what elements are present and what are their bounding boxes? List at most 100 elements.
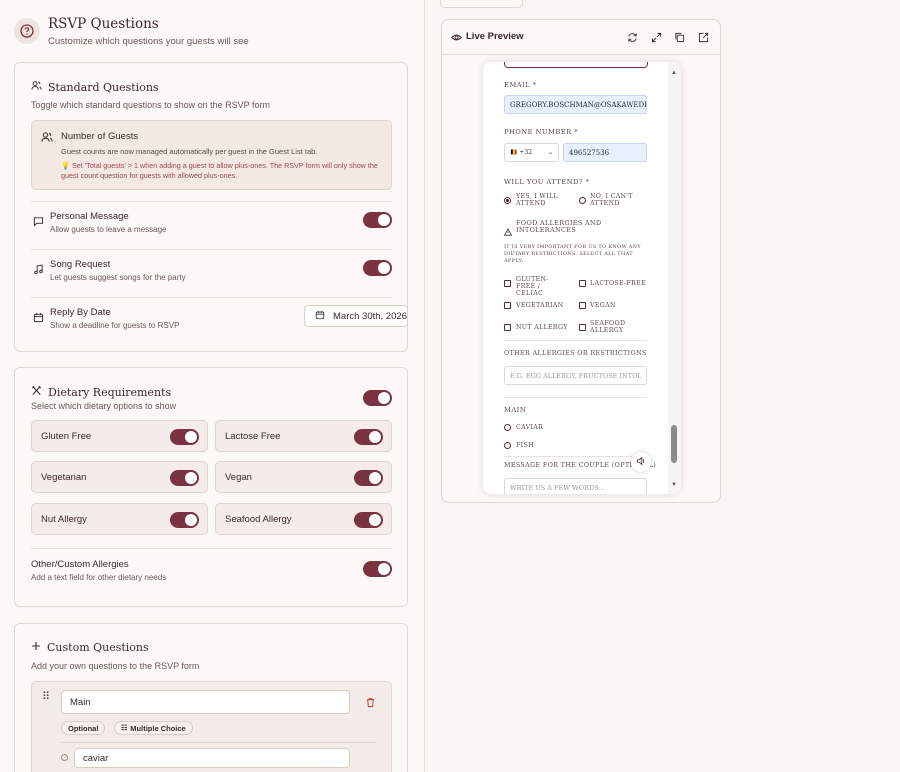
message-icon — [31, 214, 45, 228]
main-caviar-radio[interactable] — [504, 424, 511, 431]
app-root: RSVP Questions Customize which questions… — [0, 0, 900, 772]
divider — [504, 456, 647, 457]
scroll-down-icon[interactable]: ▼ — [671, 482, 677, 488]
trash-icon[interactable] — [365, 695, 376, 713]
question-text-input[interactable]: Main — [61, 690, 350, 714]
song-request-row: Song Request Let guests suggest songs fo… — [31, 249, 392, 297]
calendar-icon — [31, 310, 45, 324]
guests-description: Guest counts are now managed automatical… — [61, 147, 318, 156]
phone-frame: EMAIL * GREGORY.BOSCHMAN@OSAKAWEDD PHONE… — [483, 62, 681, 494]
number-of-guests-box: Number of Guests Guest counts are now ma… — [31, 120, 392, 190]
personal-message-toggle[interactable] — [363, 212, 392, 228]
gluten-free-label: GLUTEN-FREE / CELIAC — [516, 276, 549, 297]
drag-handle-icon[interactable]: ⠿ — [42, 690, 50, 703]
diet-option-vegetarian: Vegetarian — [31, 461, 208, 493]
vegetarian-checkbox[interactable] — [504, 302, 511, 309]
users-icon — [41, 130, 53, 148]
external-link-icon[interactable] — [697, 31, 709, 43]
vegan-toggle[interactable] — [354, 470, 383, 486]
speaker-icon — [636, 453, 646, 471]
nut-allergy-toggle[interactable] — [170, 512, 199, 528]
previous-field-input[interactable] — [504, 62, 648, 68]
lactose-free-toggle[interactable] — [354, 429, 383, 445]
option-input[interactable]: caviar — [74, 748, 350, 768]
email-input[interactable]: GREGORY.BOSCHMAN@OSAKAWEDD — [504, 95, 647, 114]
attend-no-radio[interactable] — [579, 197, 586, 204]
nut-allergy-checkbox[interactable] — [504, 324, 511, 331]
phone-country-select[interactable]: 🇧🇪 +32 ⌄ — [504, 143, 559, 162]
phone-number-input[interactable]: 496527536 — [563, 143, 647, 162]
scrollbar[interactable]: ▲ ▼ — [668, 62, 681, 494]
gluten-free-toggle[interactable] — [170, 429, 199, 445]
gluten-free-checkbox[interactable] — [504, 280, 511, 287]
multiple-choice-tag[interactable]: ☷ Multiple Choice — [114, 721, 193, 735]
email-label: EMAIL * — [504, 81, 537, 89]
top-action-button[interactable] — [440, 0, 523, 8]
main-fish-radio[interactable] — [504, 442, 511, 449]
attend-no-label: NO, I CAN'T ATTEND — [590, 193, 633, 207]
guests-tip: 💡 Set 'Total guests' > 1 when adding a g… — [61, 161, 378, 180]
plus-icon — [31, 641, 41, 654]
settings-panel: RSVP Questions Customize which questions… — [0, 0, 425, 772]
music-note-icon — [31, 262, 45, 276]
scroll-up-icon[interactable]: ▲ — [671, 70, 677, 76]
divider — [61, 742, 376, 743]
main-label: MAIN — [504, 406, 527, 414]
expand-icon[interactable] — [650, 31, 662, 43]
speaker-button[interactable] — [631, 452, 651, 472]
song-request-subtitle: Let guests suggest songs for the party — [50, 273, 186, 282]
live-preview-panel: Live Preview EMAIL * GREGORY.BOSCHMAN@OS… — [441, 19, 721, 503]
other-allergies-title: Other/Custom Allergies — [31, 559, 129, 570]
users-icon — [31, 80, 42, 94]
dietary-title: Dietary Requirements — [31, 385, 171, 399]
standard-questions-title: Standard Questions — [31, 80, 159, 94]
reply-date-value: March 30th, 2026 — [333, 310, 407, 322]
main-caviar-label: CAVIAR — [516, 424, 544, 431]
allergy-title: FOOD ALLERGIES AND INTOLERANCES — [516, 219, 602, 234]
attend-yes-label: YES, I WILL ATTEND — [516, 193, 558, 207]
other-allergies-input[interactable]: E.G. EGG ALLERGY, FRUCTOSE INTOL — [504, 366, 647, 385]
vegan-checkbox[interactable] — [579, 302, 586, 309]
dietary-requirements-card: Dietary Requirements Select which dietar… — [14, 367, 408, 607]
song-request-toggle[interactable] — [363, 260, 392, 276]
custom-questions-title: Custom Questions — [31, 641, 149, 654]
divider — [504, 397, 647, 398]
optional-tag[interactable]: Optional — [61, 721, 106, 735]
copy-icon[interactable] — [673, 31, 685, 43]
diet-option-seafood-allergy: Seafood Allergy — [215, 503, 392, 535]
song-request-title: Song Request — [50, 259, 111, 270]
reply-by-date-row: Reply By Date Show a deadline for guests… — [31, 297, 408, 347]
vegetarian-toggle[interactable] — [170, 470, 199, 486]
preview-header: Live Preview — [442, 20, 720, 55]
personal-message-title: Personal Message — [50, 211, 129, 222]
seafood-allergy-toggle[interactable] — [354, 512, 383, 528]
chevron-down-icon: ⌄ — [547, 149, 553, 156]
attend-yes-radio[interactable] — [504, 197, 511, 204]
phone-label: PHONE NUMBER * — [504, 128, 579, 136]
scrollbar-thumb[interactable] — [671, 425, 677, 463]
divider — [504, 340, 647, 341]
vegan-label: VEGAN — [590, 302, 616, 309]
vegetarian-label: VEGETARIAN — [516, 302, 564, 309]
custom-questions-card: Custom Questions Add your own questions … — [14, 623, 408, 772]
diet-option-vegan: Vegan — [215, 461, 392, 493]
eye-icon — [450, 31, 462, 43]
message-input[interactable]: WRITE US A FEW WORDS... — [504, 478, 647, 494]
dietary-master-toggle[interactable] — [363, 390, 392, 406]
diet-option-nut-allergy: Nut Allergy — [31, 503, 208, 535]
standard-questions-subtitle: Toggle which standard questions to show … — [31, 100, 270, 110]
seafood-allergy-label: SEAFOOD ALLERGY — [590, 320, 626, 334]
lactose-free-checkbox[interactable] — [579, 280, 586, 287]
calendar-icon — [315, 310, 325, 323]
diet-option-lactose-free: Lactose Free — [215, 420, 392, 452]
personal-message-row: Personal Message Allow guests to leave a… — [31, 201, 392, 249]
reply-date-picker[interactable]: March 30th, 2026 — [304, 305, 408, 327]
nut-allergy-label: NUT ALLERGY — [516, 324, 568, 331]
other-allergies-row: Other/Custom Allergies Add a text field … — [31, 548, 392, 598]
seafood-allergy-checkbox[interactable] — [579, 324, 586, 331]
list-icon: ☷ — [121, 725, 128, 732]
refresh-icon[interactable] — [626, 31, 638, 43]
other-allergies-toggle[interactable] — [363, 561, 392, 577]
diet-option-gluten-free: Gluten Free — [31, 420, 208, 452]
other-allergies-label: OTHER ALLERGIES OR RESTRICTIONS — [504, 350, 647, 357]
